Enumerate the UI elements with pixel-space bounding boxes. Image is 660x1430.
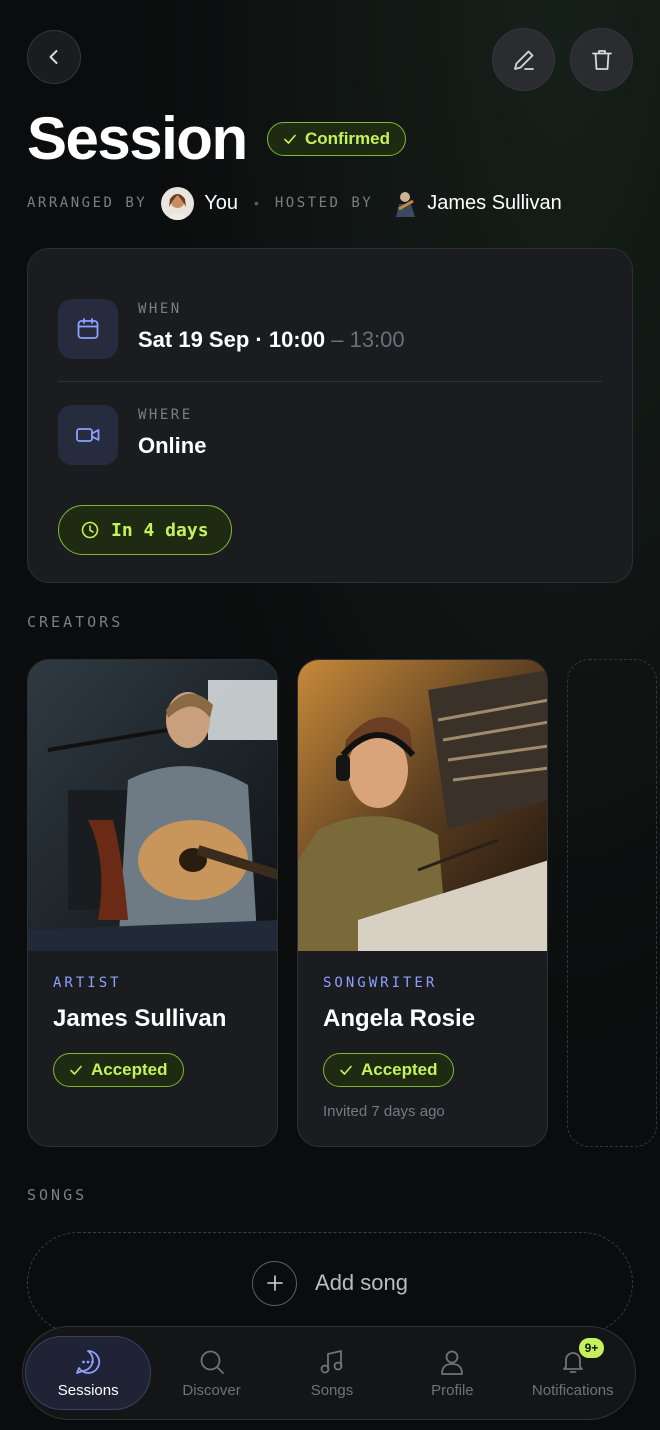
nav-label: Notifications — [531, 1381, 614, 1399]
plus-icon — [252, 1260, 298, 1306]
delete-button[interactable] — [570, 28, 633, 91]
avatar — [161, 186, 195, 220]
hosted-by-label: HOSTED BY — [274, 195, 374, 211]
pencil-icon — [513, 50, 534, 70]
creator-name: Angela Rosie — [323, 1005, 476, 1032]
status-badge: Confirmed — [267, 122, 406, 156]
creator-role: SONGWRITER — [323, 975, 438, 991]
page-title: Session — [27, 105, 248, 172]
status-label: Confirmed — [305, 129, 390, 148]
arranged-by-label: ARRANGED BY — [27, 195, 148, 211]
nav-item-discover[interactable]: Discover — [151, 1336, 271, 1410]
when-row: WHEN Sat 19 Sep · 10:00 – 13:00 — [58, 299, 405, 359]
nav-label: Discover — [182, 1381, 241, 1399]
person-icon — [441, 1350, 464, 1375]
accepted-label: Accepted — [361, 1060, 438, 1079]
video-camera-icon — [58, 405, 118, 465]
countdown-label: In 4 days — [111, 519, 209, 541]
divider — [58, 381, 602, 382]
calendar-icon — [58, 299, 118, 359]
nav-label: Songs — [310, 1381, 354, 1399]
nav-item-songs[interactable]: Songs — [272, 1336, 392, 1410]
accepted-label: Accepted — [91, 1060, 168, 1079]
creator-card[interactable]: SONGWRITER Angela Rosie Accepted Invited… — [297, 659, 548, 1147]
check-icon — [284, 134, 296, 144]
creator-card[interactable]: ARTIST James Sullivan Accepted — [27, 659, 278, 1147]
countdown-badge: In 4 days — [58, 505, 232, 555]
invited-note: Invited 7 days ago — [323, 1103, 445, 1120]
chevron-left-icon — [49, 50, 58, 64]
add-creator-slot[interactable] — [567, 659, 657, 1147]
creator-name: James Sullivan — [53, 1005, 227, 1032]
meta-separator: • — [253, 195, 259, 211]
trash-icon — [591, 49, 612, 70]
clock-icon — [81, 521, 99, 539]
back-button[interactable] — [27, 30, 81, 84]
check-icon — [70, 1065, 82, 1075]
bottom-nav: Sessions Discover Songs Profile 9+ Notif… — [22, 1326, 636, 1420]
creator-photo — [298, 660, 547, 951]
nav-item-profile[interactable]: Profile — [392, 1336, 512, 1410]
session-details-card: WHEN Sat 19 Sep · 10:00 – 13:00 WHERE On… — [27, 248, 633, 583]
nav-item-notifications[interactable]: 9+ Notifications — [513, 1336, 633, 1410]
when-value: Sat 19 Sep · 10:00 — [138, 327, 326, 352]
where-value: Online — [138, 433, 207, 458]
where-row: WHERE Online — [58, 405, 206, 465]
creator-photo — [28, 660, 277, 951]
session-meta: ARRANGED BY You • HOSTED BY James Sulliv… — [27, 186, 640, 220]
add-song-label: Add song — [315, 1270, 408, 1295]
music-note-icon — [320, 1349, 343, 1373]
where-label: WHERE — [138, 407, 193, 423]
check-icon — [340, 1065, 352, 1075]
when-label: WHEN — [138, 301, 182, 317]
edit-button[interactable] — [492, 28, 555, 91]
host-avatar — [389, 186, 423, 220]
search-icon — [200, 1350, 224, 1374]
chat-bubble-icon — [76, 1349, 101, 1374]
nav-item-sessions[interactable]: Sessions — [25, 1336, 152, 1410]
arranged-by-name: You — [204, 191, 238, 214]
creator-role: ARTIST — [53, 975, 122, 991]
nav-label: Sessions — [57, 1381, 119, 1399]
when-end-time: – 13:00 — [331, 327, 405, 352]
accepted-badge: Accepted — [53, 1053, 184, 1087]
notification-count-badge: 9+ — [576, 1336, 607, 1360]
songs-section-label: SONGS — [27, 1186, 88, 1204]
hosted-by-name: James Sullivan — [427, 191, 562, 214]
nav-label: Profile — [431, 1381, 474, 1399]
add-song-button[interactable]: Add song — [27, 1232, 633, 1334]
creators-section-label: CREATORS — [27, 613, 124, 631]
accepted-badge: Accepted — [323, 1053, 454, 1087]
